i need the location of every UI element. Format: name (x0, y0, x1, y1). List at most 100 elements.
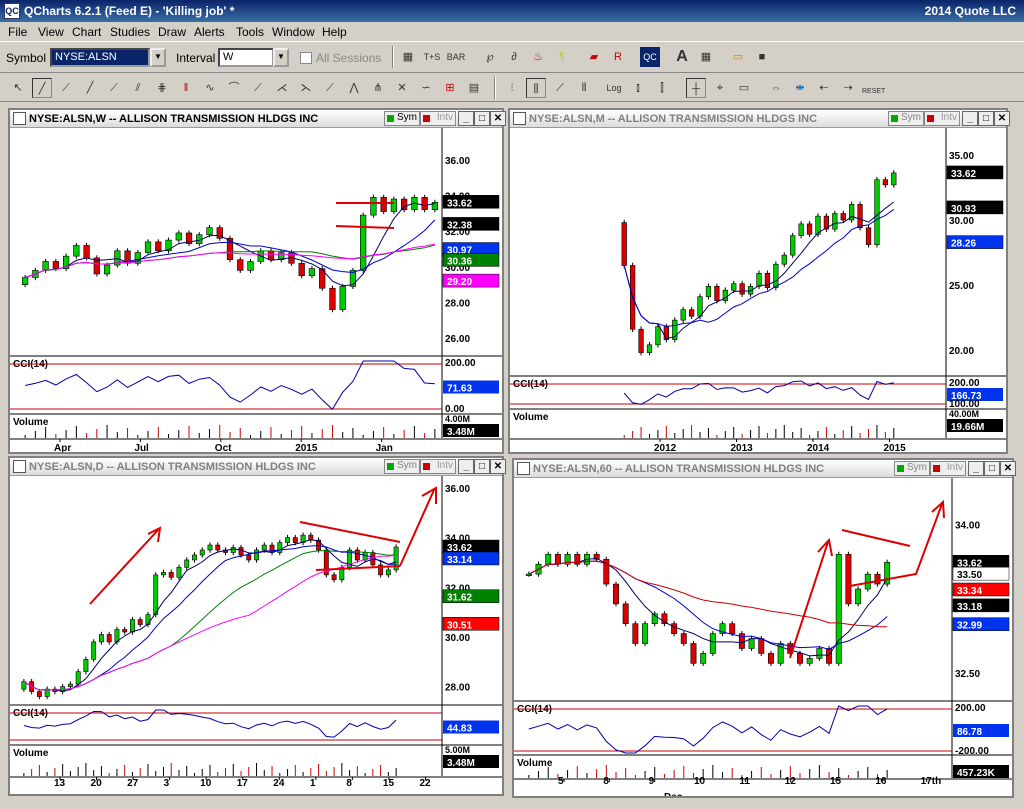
fork-icon[interactable]: ⋔ (368, 78, 388, 98)
bar-chart-icon[interactable]: ⫶ (502, 78, 522, 98)
menu-window[interactable]: Window (272, 25, 315, 39)
scroll-right-icon[interactable]: ⇢ (838, 78, 858, 98)
cross-icon[interactable]: ✕ (392, 78, 412, 98)
symbol-input[interactable]: NYSE:ALSN (50, 48, 150, 67)
maximize-icon[interactable]: □ (978, 111, 994, 126)
alert-icon[interactable]: ⊞ (440, 78, 460, 98)
cursor-value-icon[interactable]: ⌖ (710, 78, 730, 98)
pointer-icon[interactable]: ↖ (8, 78, 28, 98)
intv-link-button[interactable]: Intv (930, 461, 966, 476)
zoom-out-icon[interactable]: ⇔ (766, 78, 786, 98)
qc-icon[interactable]: QC (640, 47, 660, 67)
wave-icon[interactable]: ∽ (416, 78, 436, 98)
histogram-icon[interactable]: ⫴ (574, 78, 594, 98)
maximize-icon[interactable]: □ (474, 459, 490, 474)
candle-body (331, 574, 337, 581)
chart-canvas[interactable]: 36.0034.0032.0030.0028.0026.0033.6232.38… (10, 128, 502, 452)
menu-view[interactable]: View (38, 25, 64, 39)
save-icon[interactable]: ■ (752, 47, 772, 67)
regression-icon[interactable]: ⟋ (248, 78, 268, 98)
interval-dropdown-button[interactable]: ▼ (273, 48, 289, 67)
flag-icon[interactable]: ¶ (552, 47, 572, 67)
time-sales-button[interactable]: T+S (422, 47, 442, 67)
curve-icon[interactable]: ∂ (504, 47, 524, 67)
close-icon[interactable]: ✕ (490, 459, 506, 474)
candle-body (277, 542, 283, 553)
fan-icon[interactable]: ⋀ (344, 78, 364, 98)
intv-link-button[interactable]: Intv (924, 111, 960, 126)
menu-draw[interactable]: Draw (158, 25, 186, 39)
candle-body (655, 326, 661, 346)
menu-chart[interactable]: Chart (72, 25, 101, 39)
intv-link-button[interactable]: Intv (420, 459, 456, 474)
menu-help[interactable]: Help (322, 25, 347, 39)
scale-icon[interactable]: ⫾ (628, 78, 648, 98)
candle-body (731, 283, 737, 291)
r-icon[interactable]: R (608, 47, 628, 67)
intv-link-button[interactable]: Intv (420, 111, 456, 126)
log-scale-icon[interactable]: Log (604, 78, 624, 98)
minimize-icon[interactable]: _ (458, 459, 474, 474)
minimize-icon[interactable]: _ (968, 461, 984, 476)
maximize-icon[interactable]: □ (984, 461, 1000, 476)
candle-chart-icon[interactable]: ⫼ (526, 78, 546, 98)
symbol-dropdown-button[interactable]: ▼ (150, 48, 166, 67)
speed-lines-icon[interactable]: ⟋ (320, 78, 340, 98)
link-icon[interactable]: ▭ (734, 78, 754, 98)
scroll-left-icon[interactable]: ⇠ (814, 78, 834, 98)
sym-link-button[interactable]: Sym (894, 461, 930, 476)
chart-panel-monthly[interactable]: NYSE:ALSN,M -- ALLISON TRANSMISSION HLDG… (508, 108, 1010, 454)
menu-studies[interactable]: Studies (110, 25, 150, 39)
chart-canvas[interactable]: 36.0034.0032.0030.0028.0033.6233.1431.62… (10, 476, 502, 794)
chart-panel-daily[interactable]: NYSE:ALSN,D -- ALLISON TRANSMISSION HLDG… (8, 456, 506, 796)
crosshair-icon[interactable]: ┼ (686, 78, 706, 98)
chart-panel-weekly[interactable]: NYSE:ALSN,W -- ALLISON TRANSMISSION HLDG… (8, 108, 506, 454)
volume-tick-label: 40.00M (949, 409, 979, 419)
maximize-icon[interactable]: □ (474, 111, 490, 126)
interval-input[interactable]: W (218, 48, 274, 67)
minimize-icon[interactable]: _ (458, 111, 474, 126)
open-folder-icon[interactable]: ▭ (728, 47, 748, 67)
scan-icon[interactable]: ▰ (584, 47, 604, 67)
close-icon[interactable]: ✕ (1000, 461, 1016, 476)
trendline-icon[interactable]: ⟋ (104, 78, 124, 98)
compress-icon[interactable]: ⫿ (652, 78, 672, 98)
x-tick-label: 2015 (884, 443, 907, 452)
chart-canvas[interactable]: 35.0030.0025.0020.0033.6230.9328.26CCI(1… (510, 128, 1006, 452)
text-icon[interactable]: A (672, 47, 692, 67)
arc-icon[interactable]: ⌒ (224, 78, 244, 98)
properties-icon[interactable]: ▤ (464, 78, 484, 98)
andrews-icon[interactable]: ⋋ (296, 78, 316, 98)
candle-body (874, 179, 880, 246)
all-sessions-checkbox[interactable] (300, 52, 312, 64)
extended-line-icon[interactable]: ╱ (80, 78, 100, 98)
candle-body (130, 619, 135, 633)
close-icon[interactable]: ✕ (994, 111, 1010, 126)
menu-tools[interactable]: Tools (236, 25, 264, 39)
gann-icon[interactable]: ⋌ (272, 78, 292, 98)
close-icon[interactable]: ✕ (490, 111, 506, 126)
sym-link-button[interactable]: Sym (888, 111, 924, 126)
table-icon[interactable]: ▦ (696, 47, 716, 67)
minimize-icon[interactable]: _ (962, 111, 978, 126)
reset-button[interactable]: RESET (862, 78, 885, 98)
bar-button[interactable]: BAR (446, 47, 466, 67)
grid-icon[interactable]: ▦ (398, 47, 418, 67)
line-tool-icon[interactable]: ╱ (32, 78, 52, 98)
zoom-in-icon[interactable]: ⇼ (790, 78, 810, 98)
line-chart-icon[interactable]: ⟋ (550, 78, 570, 98)
chart-panel-hourly[interactable]: NYSE:ALSN,60 -- ALLISON TRANSMISSION HLD… (512, 458, 1016, 798)
bars-icon[interactable]: ‖ (176, 78, 196, 98)
chart-title: NYSE:ALSN,60 -- ALLISON TRANSMISSION HLD… (533, 463, 825, 475)
fire-icon[interactable]: ♨ (528, 47, 548, 67)
option-icon[interactable]: ℘ (480, 47, 500, 67)
channel-icon[interactable]: ⫽ (128, 78, 148, 98)
sym-link-button[interactable]: Sym (384, 111, 420, 126)
ray-tool-icon[interactable]: ⟋ (56, 78, 76, 98)
menu-alerts[interactable]: Alerts (194, 25, 225, 39)
sym-link-button[interactable]: Sym (384, 459, 420, 474)
cycle-icon[interactable]: ∿ (200, 78, 220, 98)
chart-canvas[interactable]: 34.0033.5032.5033.6233.5033.3433.1832.99… (514, 478, 1012, 796)
fib-icon[interactable]: ⋕ (152, 78, 172, 98)
menu-file[interactable]: File (8, 25, 27, 39)
